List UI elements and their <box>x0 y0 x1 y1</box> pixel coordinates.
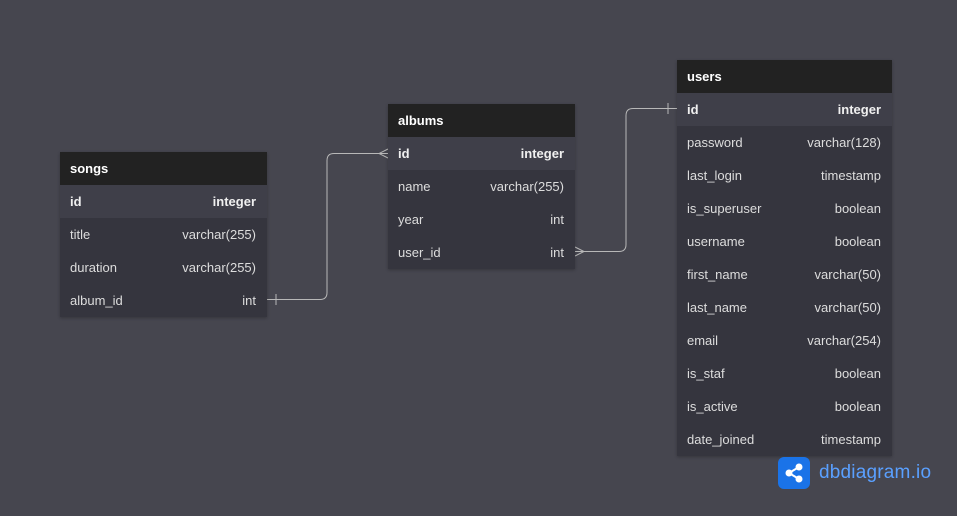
table-header-albums[interactable]: albums <box>388 104 575 137</box>
field-type: timestamp <box>821 432 881 447</box>
field-name: email <box>687 333 719 348</box>
brand-name: dbdiagram.io <box>819 462 932 483</box>
share-nodes-icon <box>778 457 810 489</box>
table-header-songs[interactable]: songs <box>60 152 267 185</box>
field-row[interactable]: id integer <box>677 93 892 126</box>
field-type: integer <box>212 194 256 209</box>
field-type: boolean <box>834 201 881 216</box>
field-type: int <box>550 245 564 260</box>
field-type: boolean <box>834 234 881 249</box>
field-row[interactable]: album_id int <box>60 284 267 317</box>
field-row[interactable]: title varchar(255) <box>60 218 267 251</box>
field-type: varchar(255) <box>490 179 564 194</box>
field-name: last_name <box>687 300 747 315</box>
field-type: integer <box>520 146 564 161</box>
field-type: timestamp <box>821 168 881 183</box>
field-type: int <box>550 212 564 227</box>
field-row[interactable]: is_staf boolean <box>677 357 892 390</box>
field-name: duration <box>70 260 117 275</box>
field-type: int <box>242 293 256 308</box>
dbdiagram-brand[interactable]: dbdiagram.io <box>778 457 931 489</box>
relation-albums-users <box>574 103 677 257</box>
field-row[interactable]: first_name varchar(50) <box>677 258 892 291</box>
relation-songs-albums-line <box>267 153 388 300</box>
field-row[interactable]: user_id int <box>388 236 575 269</box>
field-name: album_id <box>70 293 123 308</box>
field-row[interactable]: password varchar(128) <box>677 126 892 159</box>
field-type: boolean <box>834 366 881 381</box>
field-name: last_login <box>687 168 742 183</box>
field-name: is_superuser <box>687 201 762 216</box>
field-name: name <box>398 179 431 194</box>
field-name: id <box>70 194 82 209</box>
relation-songs-albums <box>267 148 389 305</box>
field-name: title <box>70 227 91 242</box>
table-users[interactable]: users id integer password varchar(128) l… <box>677 60 892 456</box>
field-row[interactable]: last_login timestamp <box>677 159 892 192</box>
field-name: username <box>687 234 745 249</box>
field-type: varchar(50) <box>814 267 881 282</box>
field-row[interactable]: name varchar(255) <box>388 170 575 203</box>
field-row[interactable]: id integer <box>388 137 575 170</box>
field-type: varchar(255) <box>182 227 256 242</box>
field-name: date_joined <box>687 432 755 447</box>
diagram-canvas[interactable]: songs id integer title varchar(255) dura… <box>0 0 957 516</box>
table-albums[interactable]: albums id integer name varchar(255) year… <box>388 104 575 269</box>
field-name: id <box>398 146 410 161</box>
many-marker-albums-user-id <box>574 246 586 257</box>
field-name: first_name <box>687 267 748 282</box>
field-name: is_active <box>687 399 738 414</box>
field-type: varchar(50) <box>814 300 881 315</box>
field-row[interactable]: id integer <box>60 185 267 218</box>
field-type: boolean <box>834 399 881 414</box>
table-songs[interactable]: songs id integer title varchar(255) dura… <box>60 152 267 317</box>
field-row[interactable]: date_joined timestamp <box>677 423 892 456</box>
field-name: is_staf <box>687 366 725 381</box>
field-row[interactable]: last_name varchar(50) <box>677 291 892 324</box>
relation-albums-users-line <box>575 108 677 252</box>
field-row[interactable]: is_active boolean <box>677 390 892 423</box>
many-marker-albums-id <box>377 148 389 159</box>
field-row[interactable]: is_superuser boolean <box>677 192 892 225</box>
field-type: varchar(254) <box>807 333 881 348</box>
field-type: varchar(128) <box>807 135 881 150</box>
field-name: id <box>687 102 699 117</box>
field-row[interactable]: duration varchar(255) <box>60 251 267 284</box>
field-row[interactable]: year int <box>388 203 575 236</box>
field-type: varchar(255) <box>182 260 256 275</box>
field-name: user_id <box>398 245 441 260</box>
field-name: password <box>687 135 743 150</box>
field-row[interactable]: username boolean <box>677 225 892 258</box>
field-row[interactable]: email varchar(254) <box>677 324 892 357</box>
field-name: year <box>398 212 424 227</box>
table-header-users[interactable]: users <box>677 60 892 93</box>
field-type: integer <box>837 102 881 117</box>
